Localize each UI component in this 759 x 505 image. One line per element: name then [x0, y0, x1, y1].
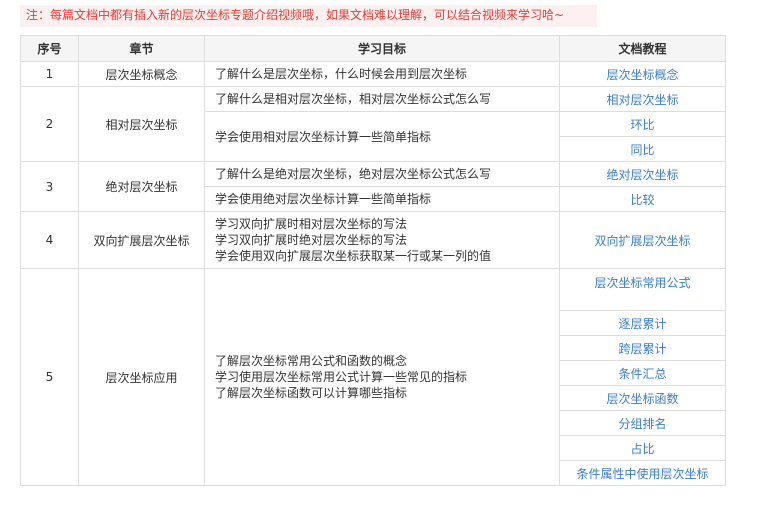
doc-link[interactable]: 条件属性中使用层次坐标 [559, 460, 726, 486]
row-goal: 了解层次坐标常用公式和函数的概念 学习使用层次坐标常用公式计算一些常见的指标 了… [204, 268, 560, 486]
table-row: 3 绝对层次坐标 了解什么是绝对层次坐标，绝对层次坐标公式怎么写 绝对层次坐标 [20, 161, 726, 212]
doc-link[interactable]: 绝对层次坐标 [559, 161, 726, 187]
row-chapter: 相对层次坐标 [78, 86, 205, 162]
row-chapter: 层次坐标概念 [78, 61, 205, 87]
row-chapter: 绝对层次坐标 [78, 161, 205, 212]
table-row: 1 层次坐标概念 了解什么是层次坐标，什么时候会用到层次坐标 层次坐标概念 [20, 61, 726, 87]
row-chapter: 双向扩展层次坐标 [78, 211, 205, 269]
row-num: 5 [20, 268, 79, 486]
header-doc: 文档教程 [559, 35, 726, 62]
doc-link[interactable]: 相对层次坐标 [559, 86, 726, 112]
doc-link[interactable]: 条件汇总 [559, 360, 726, 386]
doc-link[interactable]: 双向扩展层次坐标 [559, 211, 726, 269]
row-goal: 学习双向扩展时相对层次坐标的写法 学习双向扩展时绝对层次坐标的写法 学会使用双向… [204, 211, 560, 269]
row-num: 4 [20, 211, 79, 269]
doc-link[interactable]: 层次坐标概念 [559, 61, 726, 87]
table-header-row: 序号 章节 学习目标 文档教程 [20, 35, 726, 62]
doc-link[interactable]: 逐层累计 [559, 310, 726, 336]
header-chapter: 章节 [78, 35, 205, 62]
tip-note: 注：每篇文档中都有插入新的层次坐标专题介绍视频哦，如果文档难以理解，可以结合视频… [20, 5, 597, 27]
row-goal: 了解什么是层次坐标，什么时候会用到层次坐标 [204, 61, 560, 87]
row-goal: 了解什么是相对层次坐标，相对层次坐标公式怎么写 [204, 86, 560, 112]
goal-line: 学习使用层次坐标常用公式计算一些常见的指标 [215, 370, 468, 384]
goal-line: 学习双向扩展时相对层次坐标的写法 [215, 217, 408, 231]
doc-link[interactable]: 环比 [559, 111, 726, 137]
doc-link[interactable]: 层次坐标函数 [559, 385, 726, 411]
table-row: 2 相对层次坐标 了解什么是相对层次坐标，相对层次坐标公式怎么写 相对层次坐标 [20, 86, 726, 162]
row-goal: 学会使用相对层次坐标计算一些简单指标 [204, 111, 560, 162]
header-num: 序号 [20, 35, 79, 62]
row-num: 1 [20, 61, 79, 87]
row-num: 3 [20, 161, 79, 212]
goal-line: 了解层次坐标函数可以计算哪些指标 [215, 386, 408, 400]
course-table: 序号 章节 学习目标 文档教程 1 层次坐标概念 了解什么是层次坐标，什么时候会… [20, 35, 726, 486]
goal-line: 学习双向扩展时绝对层次坐标的写法 [215, 233, 408, 247]
goal-line: 了解层次坐标常用公式和函数的概念 [215, 354, 408, 368]
header-goal: 学习目标 [204, 35, 560, 62]
doc-link[interactable]: 比较 [559, 186, 726, 212]
doc-link[interactable]: 跨层累计 [559, 335, 726, 361]
row-goal: 了解什么是绝对层次坐标，绝对层次坐标公式怎么写 [204, 161, 560, 187]
goal-line: 学会使用双向扩展层次坐标获取某一行或某一列的值 [215, 249, 492, 263]
doc-link[interactable]: 分组排名 [559, 410, 726, 436]
doc-link[interactable]: 占比 [559, 435, 726, 461]
doc-link[interactable]: 同比 [559, 136, 726, 162]
doc-link[interactable]: 层次坐标常用公式 [559, 268, 726, 311]
row-chapter: 层次坐标应用 [78, 268, 205, 486]
table-row: 4 双向扩展层次坐标 学习双向扩展时相对层次坐标的写法 学习双向扩展时绝对层次坐… [20, 211, 726, 269]
table-row: 5 层次坐标应用 了解层次坐标常用公式和函数的概念 学习使用层次坐标常用公式计算… [20, 268, 726, 486]
row-goal: 学会使用绝对层次坐标计算一些简单指标 [204, 186, 560, 212]
row-num: 2 [20, 86, 79, 162]
